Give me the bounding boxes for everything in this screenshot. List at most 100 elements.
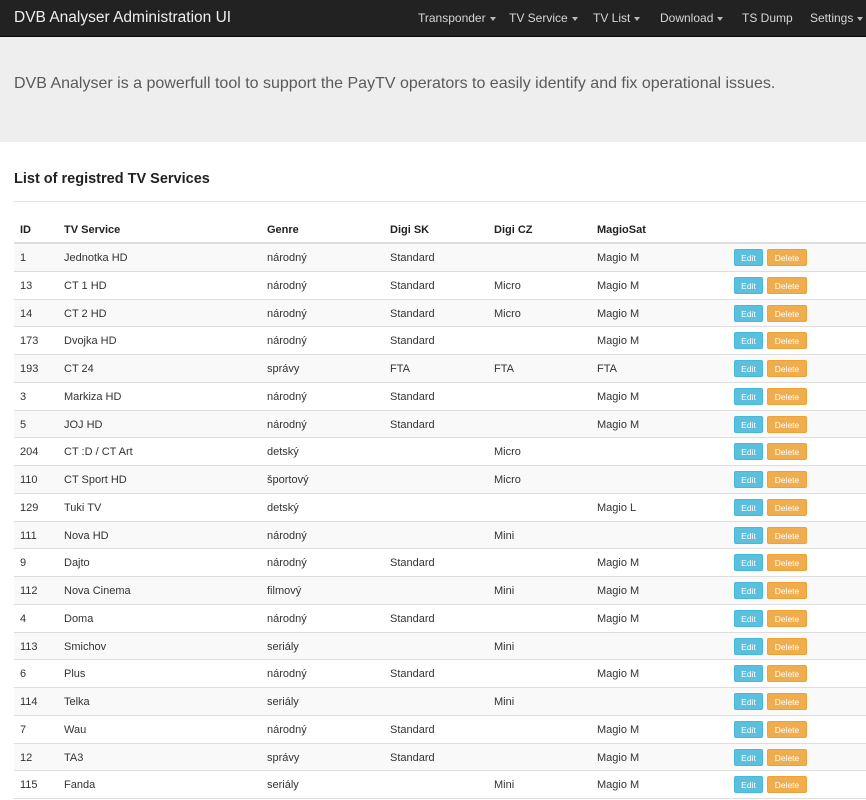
- services-table-body: 1 Jednotka HD národný Standard Magio M Edit De…: [14, 244, 866, 799]
- nav-tv-list[interactable]: TV List: [593, 11, 641, 25]
- cell-genre: národný: [267, 723, 307, 736]
- edit-button[interactable]: Edit: [734, 776, 763, 794]
- edit-button[interactable]: Edit: [734, 471, 763, 488]
- cell-tv-service: Wau: [64, 723, 87, 736]
- edit-button[interactable]: Edit: [734, 332, 763, 350]
- nav-ts-dump-label: TS Dump: [742, 11, 793, 25]
- cell-id: 9: [20, 557, 27, 570]
- cell-digi-cz: Mini: [494, 585, 515, 597]
- cell-digi-sk: Standard: [390, 668, 435, 681]
- edit-button[interactable]: Edit: [734, 609, 763, 627]
- delete-button[interactable]: Delete: [767, 249, 807, 266]
- edit-button[interactable]: Edit: [734, 498, 763, 516]
- delete-button[interactable]: Delete: [767, 720, 807, 738]
- edit-button[interactable]: Edit: [734, 582, 763, 599]
- cell-magiosat: Magio M: [597, 723, 640, 736]
- cell-digi-sk: Standard: [390, 418, 435, 431]
- cell-id: 5: [20, 418, 27, 431]
- cell-genre: národný: [267, 418, 307, 431]
- delete-button[interactable]: Delete: [767, 387, 807, 405]
- cell-tv-service: CT 24: [64, 363, 94, 375]
- nav-settings[interactable]: Settings: [810, 11, 864, 25]
- cell-tv-service: Dajto: [64, 557, 90, 570]
- delete-button[interactable]: Delete: [767, 637, 807, 655]
- edit-button[interactable]: Edit: [734, 637, 763, 655]
- jumbotron-lead: DVB Analyser is a powerfull tool to supp…: [14, 75, 776, 92]
- table-row: 3 Markiza HD národný Standard Magio M Edit Del…: [14, 383, 866, 411]
- cell-id: 12: [20, 751, 33, 764]
- delete-button[interactable]: Delete: [767, 304, 807, 322]
- delete-button[interactable]: Delete: [767, 360, 807, 377]
- delete-button[interactable]: Delete: [767, 665, 807, 683]
- delete-button[interactable]: Delete: [767, 415, 807, 433]
- cell-genre: seriály: [267, 779, 299, 792]
- cell-tv-service: Tuki TV: [64, 501, 102, 514]
- edit-button[interactable]: Edit: [734, 276, 763, 294]
- cell-id: 173: [20, 335, 39, 348]
- table-row: 115 Fanda seriály Mini Magio M Edit Delete: [14, 771, 866, 799]
- cell-id: 13: [20, 279, 33, 292]
- nav-ts-dump[interactable]: TS Dump: [742, 11, 793, 25]
- column-header-id: ID: [20, 224, 31, 236]
- edit-button[interactable]: Edit: [734, 693, 763, 710]
- cell-digi-sk: Standard: [390, 390, 435, 403]
- edit-button[interactable]: Edit: [734, 665, 763, 683]
- cell-digi-sk: Standard: [390, 307, 435, 320]
- delete-button[interactable]: Delete: [767, 609, 807, 627]
- nav-download[interactable]: Download: [660, 11, 724, 25]
- cell-id: 110: [20, 474, 38, 486]
- edit-button[interactable]: Edit: [734, 415, 763, 433]
- edit-button[interactable]: Edit: [734, 249, 763, 266]
- delete-button[interactable]: Delete: [767, 748, 807, 766]
- delete-button[interactable]: Delete: [767, 554, 807, 572]
- navbar-brand[interactable]: DVB Analyser Administration UI: [14, 9, 231, 27]
- cell-magiosat: Magio L: [597, 501, 637, 514]
- cell-genre: národný: [267, 307, 307, 320]
- table-row: 114 Telka seriály Mini Edit Delete: [14, 688, 866, 716]
- cell-genre: národný: [267, 390, 307, 403]
- edit-button[interactable]: Edit: [734, 554, 763, 572]
- delete-button[interactable]: Delete: [767, 693, 807, 710]
- column-header-magiosat: MagioSat: [597, 224, 646, 236]
- nav-download-label: Download: [660, 11, 714, 25]
- delete-button[interactable]: Delete: [767, 443, 807, 461]
- cell-digi-sk: Standard: [390, 751, 435, 764]
- cell-id: 114: [20, 696, 38, 708]
- table-row: 4 Doma národný Standard Magio M Edit Delete: [14, 605, 866, 633]
- nav-settings-label: Settings: [810, 11, 854, 25]
- delete-button[interactable]: Delete: [767, 332, 807, 350]
- caret-down-icon: [857, 16, 864, 21]
- delete-button[interactable]: Delete: [767, 471, 807, 488]
- edit-button[interactable]: Edit: [734, 443, 763, 461]
- edit-button[interactable]: Edit: [734, 387, 763, 405]
- table-header: ID TV Service Genre Digi SK Digi CZ Magi…: [14, 218, 866, 244]
- cell-genre: národný: [267, 668, 307, 681]
- cell-magiosat: Magio M: [597, 585, 640, 597]
- edit-button[interactable]: Edit: [734, 720, 763, 738]
- nav-transponder[interactable]: Transponder: [418, 11, 496, 25]
- cell-tv-service: CT :D / CT Art: [64, 446, 133, 459]
- delete-button[interactable]: Delete: [767, 776, 807, 794]
- cell-digi-sk: Standard: [390, 335, 435, 348]
- cell-tv-service: Nova HD: [64, 529, 109, 542]
- delete-button[interactable]: Delete: [767, 498, 807, 516]
- edit-button[interactable]: Edit: [734, 526, 763, 544]
- cell-tv-service: Smichov: [64, 640, 107, 653]
- cell-tv-service: CT Sport HD: [64, 474, 127, 486]
- nav-tv-service[interactable]: TV Service: [509, 11, 578, 25]
- column-header-digi-sk: Digi SK: [390, 224, 430, 236]
- edit-button[interactable]: Edit: [734, 748, 763, 766]
- edit-button[interactable]: Edit: [734, 360, 763, 377]
- column-header-tv-service: TV Service: [64, 224, 121, 236]
- delete-button[interactable]: Delete: [767, 276, 807, 294]
- delete-button[interactable]: Delete: [767, 582, 807, 599]
- cell-genre: detský: [267, 446, 299, 459]
- cell-digi-cz: Mini: [494, 779, 515, 792]
- cell-magiosat: Magio M: [597, 279, 640, 292]
- delete-button[interactable]: Delete: [767, 526, 807, 544]
- cell-genre: národný: [267, 557, 307, 570]
- edit-button[interactable]: Edit: [734, 304, 763, 322]
- page-title: List of registred TV Services: [14, 171, 210, 187]
- table-row: 110 CT Sport HD športový Micro Edit Delete: [14, 466, 866, 494]
- cell-genre: seriály: [267, 640, 299, 653]
